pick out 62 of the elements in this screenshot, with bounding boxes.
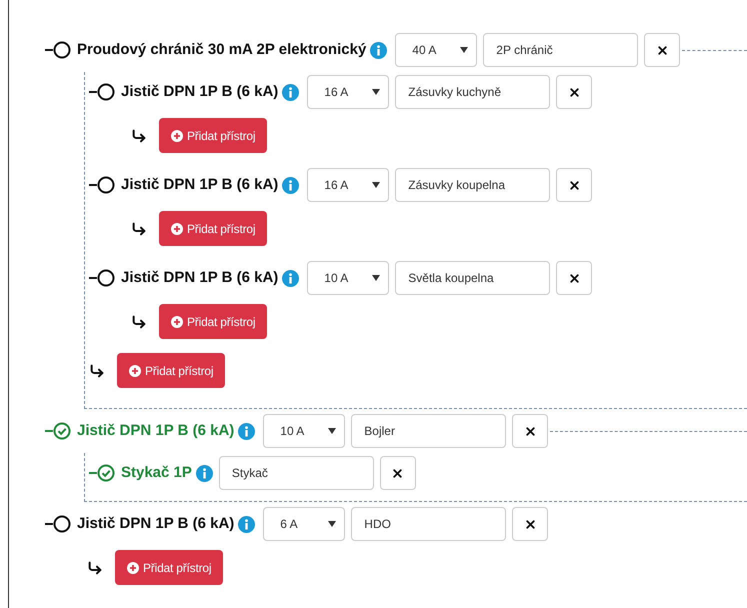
caret-down-icon — [328, 521, 336, 527]
close-icon — [568, 86, 581, 98]
close-icon — [568, 272, 581, 284]
device-name: Stykač 1P — [121, 462, 192, 483]
caret-down-icon — [460, 47, 468, 53]
info-icon[interactable] — [282, 176, 300, 194]
return-arrow-icon — [131, 314, 147, 330]
rating-select[interactable]: 10 A — [263, 414, 346, 448]
rating-select[interactable]: 10 A — [307, 261, 390, 295]
info-icon[interactable] — [282, 270, 300, 286]
caret-down-icon — [372, 275, 380, 281]
add-device-button[interactable]: Přidat přístroj — [159, 304, 268, 339]
return-arrow-icon — [87, 560, 103, 576]
return-arrow-icon — [131, 220, 147, 236]
label-input-field[interactable]: Bojler — [351, 414, 506, 448]
plus-circle-icon — [129, 364, 141, 376]
close-icon — [391, 466, 404, 480]
rating-select[interactable]: 16 A — [307, 168, 390, 202]
add-device-button[interactable]: Přidat přístroj — [159, 118, 268, 153]
info-icon[interactable] — [238, 422, 256, 440]
add-device-button[interactable]: Přidat přístroj — [159, 211, 268, 246]
delete-button[interactable] — [556, 75, 592, 109]
rating-select[interactable]: 40 A — [395, 33, 478, 67]
close-icon — [524, 518, 537, 530]
device-name: Proudový chránič 30 mA 2P elektronický — [77, 40, 366, 60]
caret-down-icon — [372, 182, 380, 188]
info-icon[interactable] — [282, 84, 300, 100]
caret-down-icon — [372, 89, 380, 95]
delete-button[interactable] — [512, 414, 548, 448]
device-name: Jistič DPN 1P B (6 kA) — [121, 268, 278, 288]
add-device-button[interactable]: Přidat přístroj — [115, 550, 224, 585]
add-device-button[interactable]: Přidat přístroj — [117, 353, 226, 388]
label-input-field[interactable]: Světla koupelna — [395, 261, 550, 295]
label-input-field[interactable]: Zásuvky koupelna — [395, 168, 550, 202]
plus-circle-icon — [127, 562, 139, 574]
delete-button[interactable] — [380, 456, 416, 490]
label-input-field[interactable]: Zásuvky kuchyně — [395, 75, 550, 109]
plus-circle-icon — [171, 316, 183, 328]
delete-button[interactable] — [512, 507, 548, 541]
label-input-field[interactable]: 2P chránič — [483, 33, 638, 67]
return-arrow-icon — [131, 128, 147, 144]
rating-select[interactable]: 6 A — [263, 507, 346, 541]
info-icon[interactable] — [238, 516, 256, 532]
device-name: Jistič DPN 1P B (6 kA) — [121, 174, 278, 195]
return-arrow-icon — [89, 362, 105, 378]
label-input-field[interactable]: Stykač — [218, 456, 374, 490]
device-name: Jistič DPN 1P B (6 kA) — [121, 82, 278, 102]
caret-down-icon — [328, 428, 336, 434]
plus-circle-icon — [171, 222, 183, 234]
close-icon — [524, 424, 537, 438]
delete-button[interactable] — [556, 261, 592, 295]
delete-button[interactable] — [556, 168, 592, 202]
device-name: Jistič DPN 1P B (6 kA) — [77, 420, 234, 441]
delete-button[interactable] — [644, 33, 680, 67]
device-name: Jistič DPN 1P B (6 kA) — [77, 514, 234, 534]
label-input-field[interactable]: HDO — [351, 507, 506, 541]
info-icon[interactable] — [196, 464, 213, 482]
close-icon — [656, 44, 669, 56]
rating-select[interactable]: 16 A — [307, 75, 390, 109]
info-icon[interactable] — [370, 42, 388, 58]
close-icon — [568, 178, 581, 192]
plus-circle-icon — [171, 130, 183, 142]
